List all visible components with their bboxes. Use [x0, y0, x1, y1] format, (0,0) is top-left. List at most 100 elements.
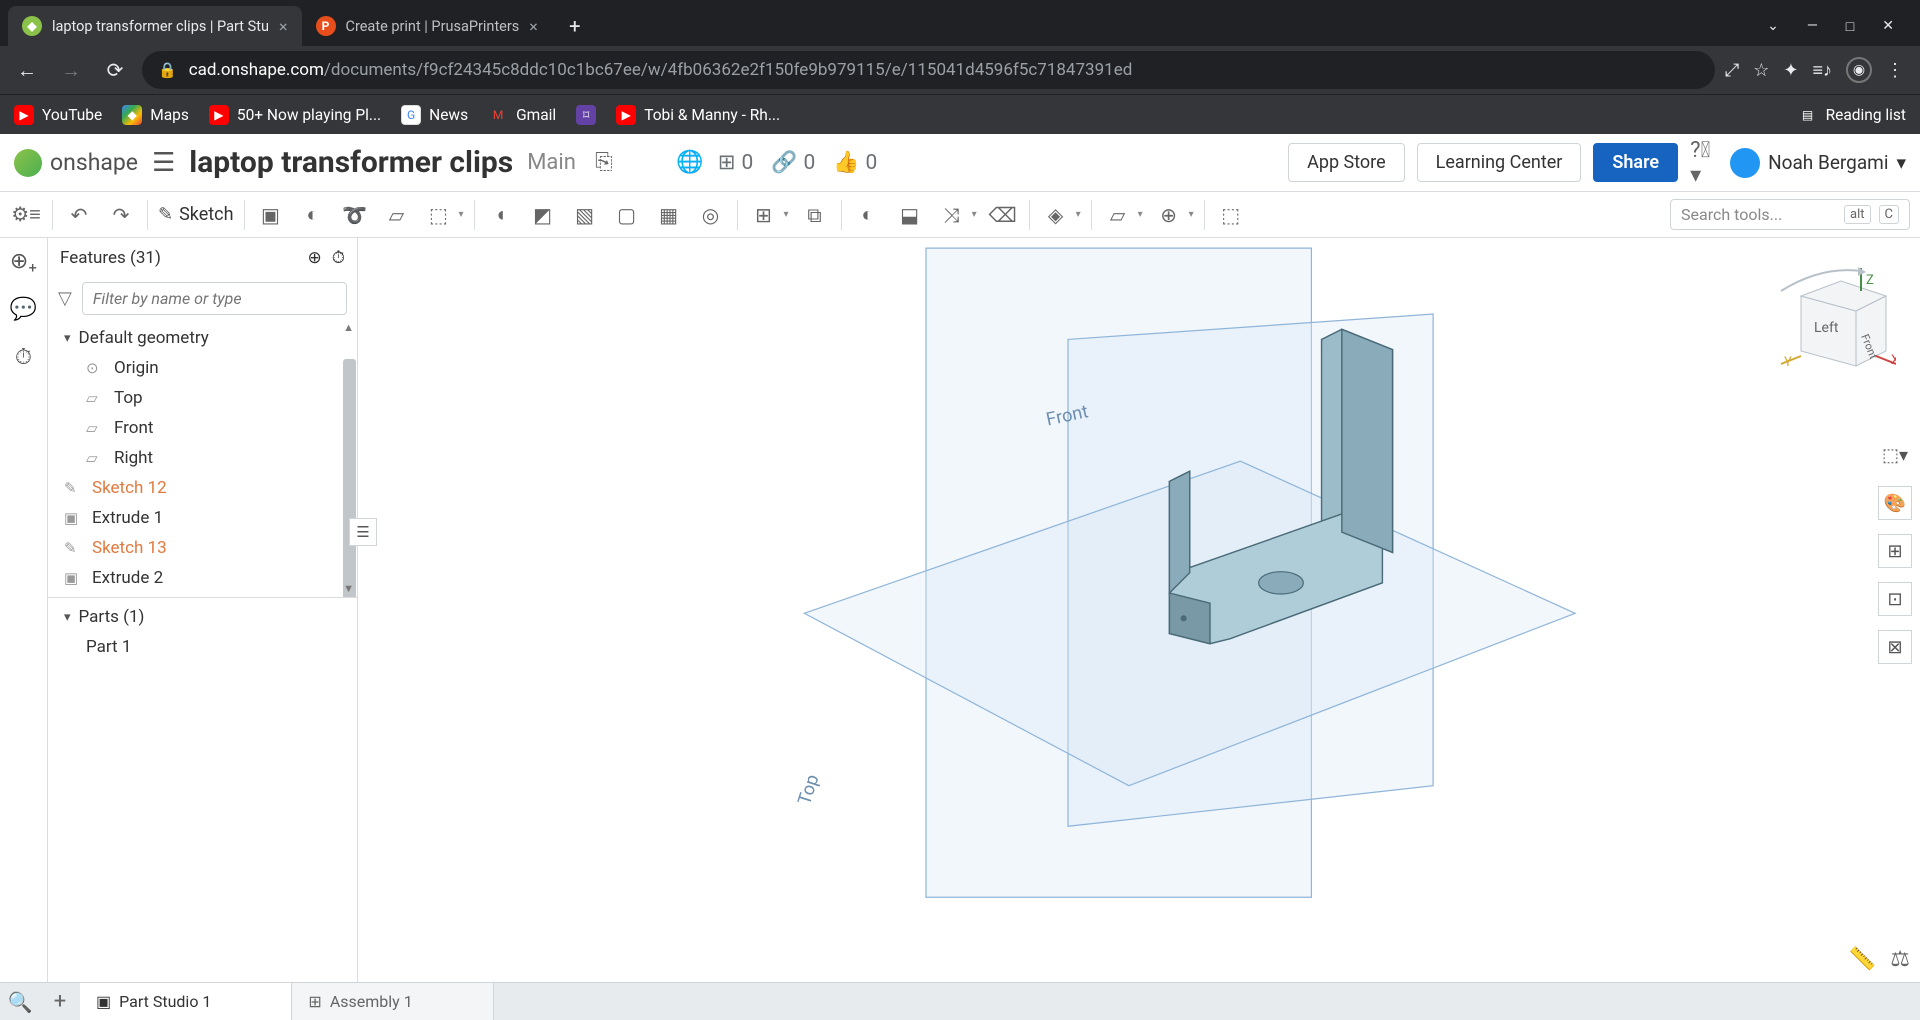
profile-icon[interactable]: ◉ — [1846, 57, 1872, 83]
part-1[interactable]: Part 1 — [56, 632, 357, 662]
isolate-icon[interactable]: ⊡ — [1878, 582, 1912, 616]
bookmark-news[interactable]: GNews — [401, 105, 468, 125]
tree-extrude-2[interactable]: ▣Extrude 2 — [56, 563, 357, 593]
zoom-search-icon[interactable]: 🔍 — [0, 983, 40, 1020]
tree-origin[interactable]: ⊙Origin — [56, 353, 357, 383]
document-title[interactable]: laptop transformer clips — [189, 145, 513, 180]
learning-center-button[interactable]: Learning Center — [1417, 143, 1582, 182]
tree-sketch-13[interactable]: ✎Sketch 13 — [56, 533, 357, 563]
appearance-icon[interactable]: 🎨 — [1878, 486, 1912, 520]
tree-sketch-12[interactable]: ✎Sketch 12 — [56, 473, 357, 503]
maximize-icon[interactable]: □ — [1846, 18, 1854, 35]
revolve-icon[interactable]: ◐ — [297, 199, 329, 231]
reading-list-button[interactable]: ▤Reading list — [1798, 105, 1906, 125]
bookmark-youtube[interactable]: ▶YouTube — [14, 105, 102, 125]
extensions-icon[interactable]: ✦ — [1783, 60, 1798, 81]
history-icon[interactable]: ⏱ — [9, 342, 39, 372]
tab-assembly[interactable]: ⊞Assembly 1 — [292, 983, 493, 1020]
browser-tab-active[interactable]: ◆ laptop transformer clips | Part Stu × — [8, 6, 302, 46]
view-cube[interactable]: Left Front Z X Y — [1746, 256, 1896, 406]
doc-menu-button[interactable]: ☰ — [152, 148, 175, 178]
omnibox[interactable]: 🔒 cad.onshape.com/documents/f9cf24345c8d… — [142, 51, 1715, 89]
comments-icon[interactable]: 💬 — [9, 294, 39, 324]
document-branch[interactable]: Main — [527, 150, 576, 175]
thicken-icon[interactable]: ⬚ — [423, 199, 455, 231]
boolean-icon[interactable]: ◐ — [852, 199, 884, 231]
close-icon[interactable]: × — [529, 17, 538, 36]
filter-icon[interactable]: ▽ — [58, 288, 72, 309]
select-icon[interactable]: ⬚ — [1215, 199, 1247, 231]
bookmark-tobi[interactable]: ▶Tobi & Manny - Rh... — [616, 105, 780, 125]
mass-props-icon[interactable]: ⚖ — [1890, 947, 1910, 972]
collapse-panel-button[interactable]: ☰ — [349, 518, 377, 546]
measure-icon[interactable]: 📏 — [1849, 947, 1876, 972]
transform-icon[interactable]: ⤨ — [936, 199, 968, 231]
scroll-down-icon[interactable]: ▼ — [343, 582, 354, 595]
section-icon[interactable]: ⊞ — [1878, 534, 1912, 568]
globe-icon[interactable]: 🌐 — [676, 149, 704, 177]
mate-connector-icon[interactable]: ⊕ — [1153, 199, 1185, 231]
new-tab-button[interactable]: + — [558, 9, 592, 43]
redo-button[interactable]: ↷ — [105, 199, 137, 231]
tree-group-default[interactable]: ▾Default geometry — [56, 323, 357, 353]
delete-icon[interactable]: ⌫ — [987, 199, 1019, 231]
bookmark-maps[interactable]: ◆Maps — [122, 105, 189, 125]
app-store-button[interactable]: App Store — [1288, 143, 1405, 182]
hole-icon[interactable]: ◎ — [695, 199, 727, 231]
add-tab-button[interactable]: + — [40, 983, 80, 1020]
scrollbar-thumb[interactable] — [343, 359, 356, 598]
view-mode-icon[interactable]: ⬚▾ — [1878, 438, 1912, 472]
bookmark-playlist[interactable]: ▶50+ Now playing Pl... — [209, 105, 381, 125]
feature-filter-input[interactable] — [82, 282, 347, 315]
draft-icon[interactable]: ▧ — [569, 199, 601, 231]
forward-button[interactable]: → — [54, 53, 88, 87]
sweep-icon[interactable]: ➰ — [339, 199, 371, 231]
tree-front-plane[interactable]: ▱Front — [56, 413, 357, 443]
onshape-logo[interactable]: onshape — [14, 149, 138, 177]
insert-icon[interactable]: ⊕₊ — [9, 246, 39, 276]
rib-icon[interactable]: ▦ — [653, 199, 685, 231]
viewport-3d[interactable]: Front Top thgiR Left Front Z — [358, 238, 1920, 982]
tree-extrude-1[interactable]: ▣Extrude 1 — [56, 503, 357, 533]
tab-part-studio[interactable]: ▣Part Studio 1 — [80, 983, 292, 1020]
help-icon[interactable]: ?⃝ ▾ — [1690, 149, 1718, 177]
minimize-icon[interactable]: — — [1807, 18, 1818, 35]
loft-icon[interactable]: ▱ — [381, 199, 413, 231]
sketch-button[interactable]: ✎ Sketch — [158, 204, 234, 225]
rollback-icon[interactable]: ⏱ — [332, 248, 345, 268]
pattern-icon[interactable]: ⊞ — [748, 199, 780, 231]
menu-icon[interactable]: ⋮ — [1886, 60, 1904, 81]
undo-button[interactable]: ↶ — [63, 199, 95, 231]
feature-tree-icon[interactable]: ⚙≡ — [10, 199, 42, 231]
tree-top-plane[interactable]: ▱Top — [56, 383, 357, 413]
close-icon[interactable]: × — [279, 17, 288, 36]
mirror-icon[interactable]: ⧉ — [799, 199, 831, 231]
user-menu[interactable]: Noah Bergami ▾ — [1730, 148, 1906, 178]
add-feature-icon[interactable]: ⊕ — [307, 248, 321, 268]
surface-icon[interactable]: ◈ — [1040, 199, 1072, 231]
hide-icon[interactable]: ⊠ — [1878, 630, 1912, 664]
tabs-stat[interactable]: ⊞0 — [718, 150, 753, 175]
install-icon[interactable]: ⤢ — [1725, 60, 1739, 81]
bookmark-twitch[interactable]: ⌑ — [576, 105, 596, 125]
chevron-down-icon[interactable]: ⌄ — [1767, 18, 1779, 35]
scroll-up-icon[interactable]: ▲ — [343, 321, 354, 334]
browser-tab[interactable]: P Create print | PrusaPrinters × — [302, 6, 552, 46]
plane-icon[interactable]: ▱ — [1102, 199, 1134, 231]
back-button[interactable]: ← — [10, 53, 44, 87]
links-stat[interactable]: 🔗0 — [771, 151, 815, 175]
close-window-icon[interactable]: ✕ — [1882, 18, 1894, 35]
reload-button[interactable]: ⟳ — [98, 53, 132, 87]
likes-stat[interactable]: 👍0 — [833, 151, 877, 175]
playlist-icon[interactable]: ≡♪ — [1812, 60, 1832, 81]
share-button[interactable]: Share — [1593, 143, 1678, 182]
split-icon[interactable]: ⬓ — [894, 199, 926, 231]
bookmark-gmail[interactable]: MGmail — [488, 105, 556, 125]
chamfer-icon[interactable]: ◩ — [527, 199, 559, 231]
extrude-icon[interactable]: ▣ — [255, 199, 287, 231]
copy-icon[interactable]: ⎘ — [590, 149, 618, 177]
fillet-icon[interactable]: ◖ — [485, 199, 517, 231]
shell-icon[interactable]: ▢ — [611, 199, 643, 231]
tool-search[interactable]: Search tools... alt C — [1670, 199, 1910, 230]
tree-right-plane[interactable]: ▱Right — [56, 443, 357, 473]
